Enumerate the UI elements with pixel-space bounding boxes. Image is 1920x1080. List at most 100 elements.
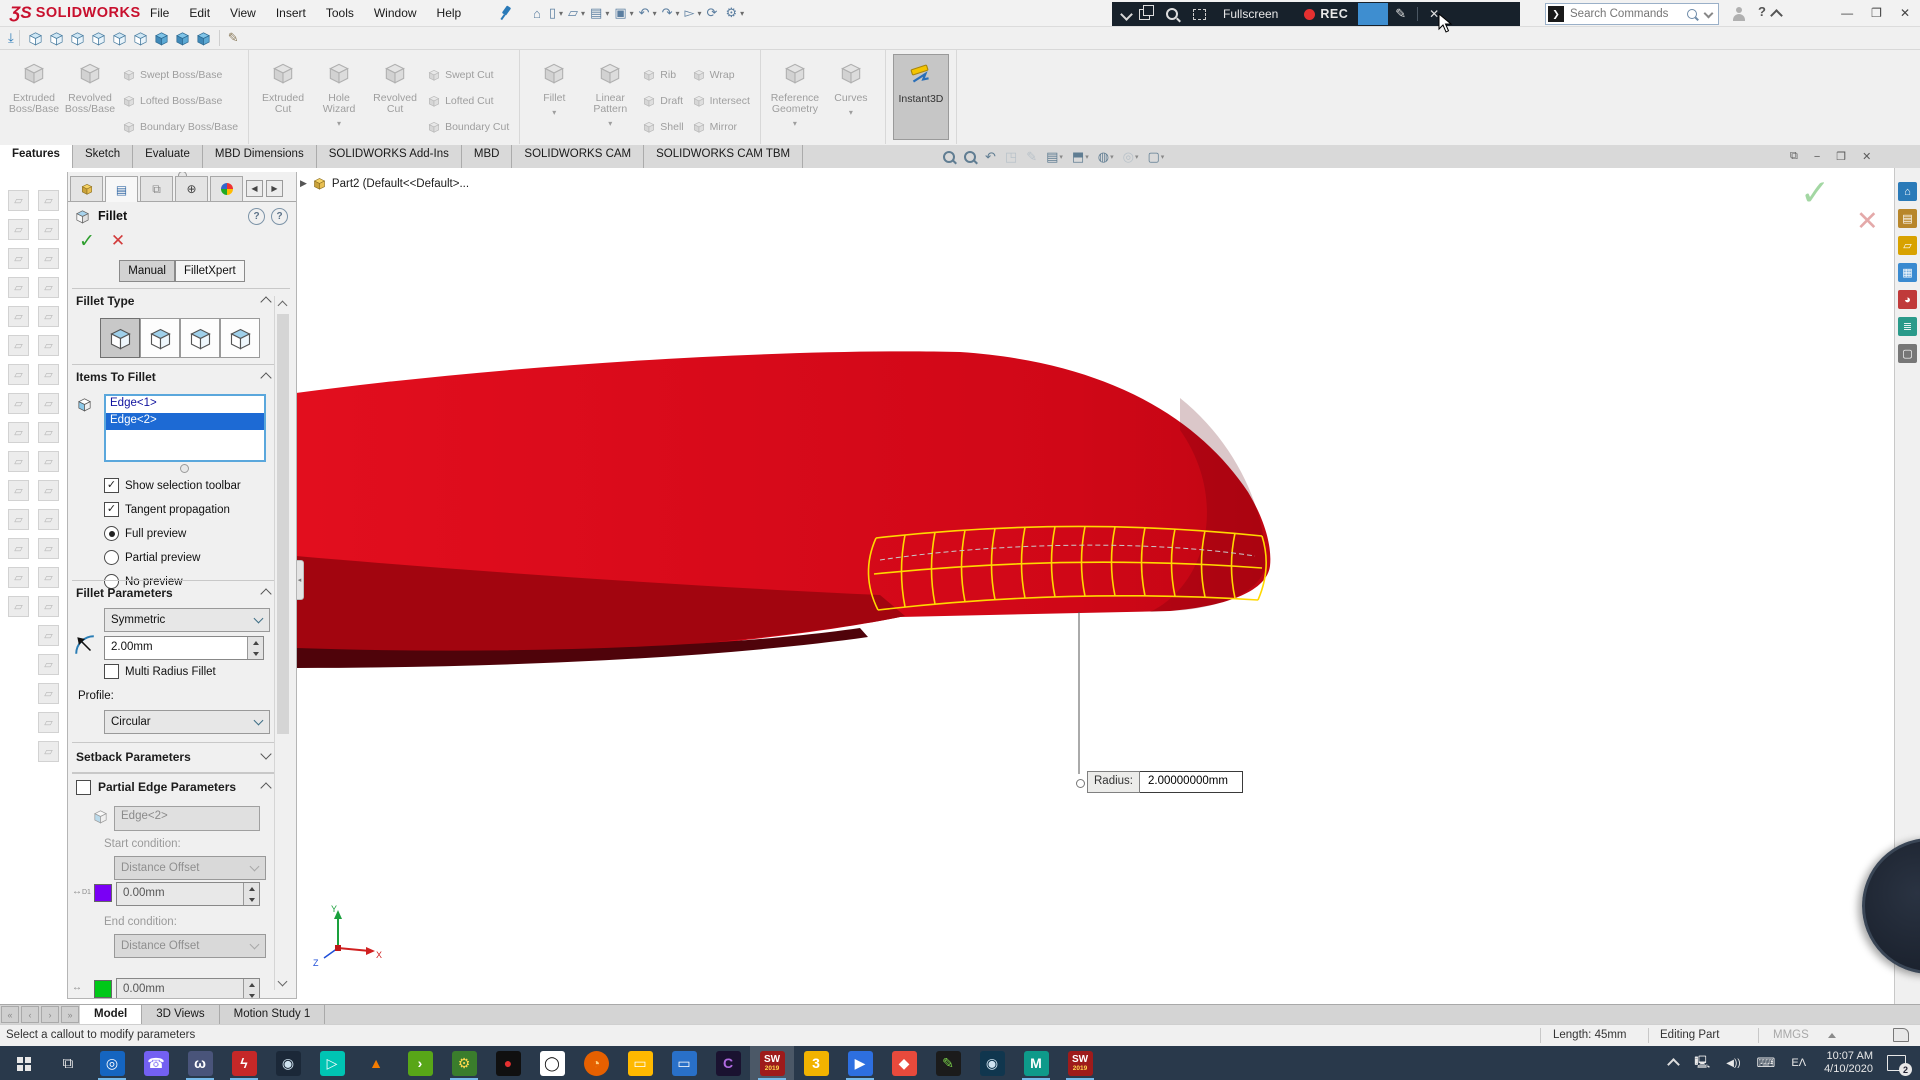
appearances-icon[interactable]: ◕ — [1898, 290, 1917, 309]
ribbon-item-draft[interactable]: Draft — [638, 88, 687, 114]
tree-expand-icon[interactable]: ▶ — [300, 178, 307, 189]
rec-pointer-button[interactable] — [1358, 3, 1389, 25]
view-orientation-cube-1[interactable] — [25, 30, 46, 47]
select-icon[interactable]: ▻ — [682, 5, 698, 21]
view-settings-icon[interactable]: ▢ ▾ — [1144, 149, 1167, 165]
rec-pencil-icon[interactable]: ✎ — [1395, 6, 1406, 22]
dock-arrow-icon[interactable]: ⤓ — [8, 30, 14, 46]
taskbar-icon-red-diamond[interactable]: ◆ — [882, 1046, 926, 1080]
view-orientation-icon[interactable]: ⬒ ▾ — [1069, 149, 1092, 165]
clock[interactable]: 10:07 AM 4/10/2020 — [1824, 1050, 1873, 1076]
ribbon-item-extruded-boss-base[interactable]: Extruded Boss/Base — [7, 54, 61, 115]
pin-icon[interactable] — [500, 6, 512, 20]
ribbon-item-reference-geometry[interactable]: Reference Geometry ▾ — [768, 54, 822, 129]
callout-value-field[interactable]: 2.00000000mm — [1140, 771, 1243, 793]
profile-combo[interactable]: Circular — [104, 710, 270, 734]
print-icon[interactable]: ▣ — [611, 5, 629, 21]
redo-dropdown-icon[interactable]: ▾ — [676, 9, 680, 18]
ribbon-item-intersect[interactable]: Intersect — [688, 88, 754, 114]
ribbon-item-swept-cut[interactable]: Swept Cut — [423, 62, 513, 88]
ribbon-item-boundary-cut[interactable]: Boundary Cut — [423, 114, 513, 140]
undo-dropdown-icon[interactable]: ▾ — [653, 9, 657, 18]
fillet-type-face-fillet-button[interactable] — [180, 318, 220, 358]
fillet-type-full-round-button[interactable] — [220, 318, 260, 358]
task-view-button[interactable]: ⧉ — [46, 1046, 90, 1080]
scroll-up-icon[interactable] — [277, 300, 288, 311]
edge-selection-list[interactable]: Edge<1> Edge<2> — [104, 394, 266, 462]
keyboard-icon[interactable]: ⌨ — [1757, 1055, 1776, 1071]
tab-mbd[interactable]: MBD — [461, 145, 513, 168]
sketch-annotation-icon[interactable]: ✎ — [1023, 149, 1040, 165]
dimxpert-tab[interactable]: ⊕ — [175, 176, 208, 201]
ribbon-item-swept-boss-base[interactable]: Swept Boss/Base — [118, 62, 242, 88]
taskbar-icon-lightning[interactable]: ϟ — [222, 1046, 266, 1080]
taskbar-icon-tracen[interactable]: ◎ — [90, 1046, 134, 1080]
menu-window[interactable]: Window — [364, 6, 427, 20]
help-icon-pm[interactable]: ? — [271, 207, 288, 225]
display-style-icon[interactable]: ◍ ▾ — [1095, 149, 1117, 165]
ribbon-item-mirror[interactable]: Mirror — [688, 114, 754, 140]
section-view-icon[interactable]: ◳ — [1002, 149, 1020, 165]
setback-parameters-header[interactable]: Setback Parameters — [76, 748, 276, 764]
view-orientation-cube-2[interactable] — [46, 30, 67, 47]
search-icon[interactable] — [1687, 9, 1697, 19]
menu-file[interactable]: File — [140, 6, 179, 20]
taskbar-icon-gear-17[interactable]: ⚙ — [442, 1046, 486, 1080]
design-library-icon[interactable]: ▤ — [1898, 209, 1917, 228]
checkbox-show-selection-toolbar[interactable]: ✓ Show selection toolbar — [104, 478, 241, 493]
start-button[interactable] — [0, 1046, 46, 1080]
taskbar-icon-leaf[interactable]: › — [398, 1046, 442, 1080]
units-dropdown-icon[interactable] — [1828, 1033, 1836, 1038]
doc-tab-3d-views[interactable]: 3D Views — [142, 1005, 220, 1025]
ribbon-item-revolved-cut[interactable]: Revolved Cut — [368, 54, 422, 115]
scroll-thumb[interactable] — [277, 314, 289, 734]
undock-icon[interactable]: ⧉ — [1790, 150, 1798, 163]
edit-appearance-icon[interactable]: ▤ ▾ — [1043, 149, 1066, 165]
taskbar-icon-remote-app[interactable]: ▭ — [662, 1046, 706, 1080]
items-to-fillet-header[interactable]: Items To Fillet — [76, 370, 276, 384]
ribbon-item-extruded-cut[interactable]: Extruded Cut — [256, 54, 310, 115]
ribbon-item-curves[interactable]: Curves ▾ — [824, 54, 878, 118]
close-button[interactable]: ✕ — [1900, 6, 1910, 20]
configuration-manager-tab[interactable]: ⧉ — [140, 176, 173, 201]
view-orientation-cube-5[interactable] — [109, 30, 130, 47]
help-icon[interactable]: ? — [1758, 4, 1766, 19]
multi-radius-checkbox[interactable]: Multi Radius Fillet — [104, 664, 216, 679]
taskbar-icon-media-player[interactable]: ▶ — [838, 1046, 882, 1080]
tab-mbd-dimensions[interactable]: MBD Dimensions — [202, 145, 317, 168]
restore-button[interactable]: ❐ — [1871, 6, 1882, 20]
sheet-nav-2-icon[interactable]: › — [41, 1006, 59, 1023]
ribbon-item-revolved-boss-base[interactable]: Revolved Boss/Base — [63, 54, 117, 115]
feature-manager-tab[interactable] — [70, 176, 103, 201]
taskbar-icon-file-explorer[interactable]: ▭ — [618, 1046, 662, 1080]
save-icon[interactable]: ▤ — [587, 5, 605, 21]
zoom-area-icon[interactable] — [961, 150, 979, 163]
taskbar-icon-vlc[interactable]: ▲ — [354, 1046, 398, 1080]
restore-doc-icon[interactable]: ❐ — [1836, 150, 1846, 163]
status-units[interactable]: MMGS — [1773, 1029, 1809, 1041]
ribbon-item-lofted-cut[interactable]: Lofted Cut — [423, 88, 513, 114]
custom-properties-icon[interactable]: ≣ — [1898, 317, 1917, 336]
partial-edge-header[interactable]: Partial Edge Parameters — [76, 780, 276, 795]
ribbon-item-rib[interactable]: Rib — [638, 62, 687, 88]
select-dropdown-icon[interactable]: ▾ — [698, 9, 702, 18]
property-manager-tab[interactable]: ▤ — [105, 176, 138, 202]
manual-tab[interactable]: Manual — [119, 260, 175, 282]
view-orientation-cube-6[interactable] — [130, 30, 151, 47]
view-palette-icon[interactable]: ▦ — [1898, 263, 1917, 282]
doc-tab-model[interactable]: Model — [80, 1005, 143, 1025]
ribbon-item-fillet[interactable]: Fillet ▾ — [527, 54, 581, 118]
panel-scrollbar[interactable] — [274, 296, 291, 990]
help-dropdown-icon[interactable] — [1770, 9, 1783, 22]
appearance-brush-icon[interactable]: ✎ — [225, 30, 242, 46]
ribbon-item-shell[interactable]: Shell — [638, 114, 687, 140]
doc-tab-motion-study-1[interactable]: Motion Study 1 — [220, 1005, 326, 1025]
sheet-nav-0-icon[interactable]: « — [1, 1006, 19, 1023]
filletxpert-tab[interactable]: FilletXpert — [174, 260, 245, 282]
rec-dropdown-icon[interactable] — [1120, 7, 1133, 21]
taskbar-icon-solidworks-2019-2[interactable]: SW 2019 — [1058, 1046, 1102, 1080]
minimize-button[interactable]: — — [1841, 6, 1853, 20]
ok-button[interactable]: ✓ — [79, 230, 95, 253]
menu-edit[interactable]: Edit — [179, 6, 220, 20]
tab-solidworks-cam[interactable]: SOLIDWORKS CAM — [512, 145, 645, 168]
